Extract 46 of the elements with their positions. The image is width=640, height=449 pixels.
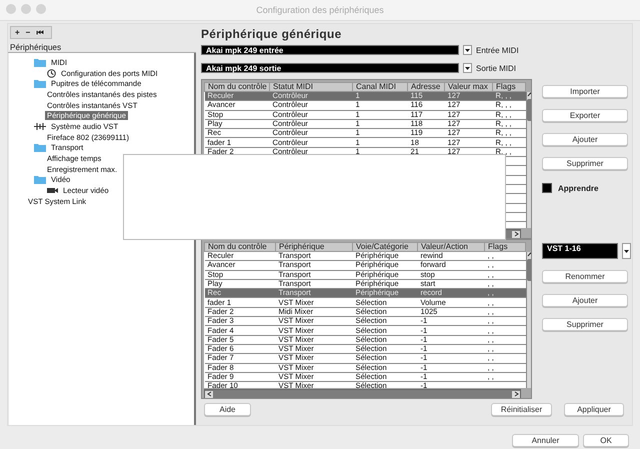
scroll-right-icon[interactable]	[514, 391, 518, 397]
folder-icon	[34, 58, 46, 67]
scroll-left-icon[interactable]	[206, 391, 212, 397]
panel-title: Périphérique générique	[201, 27, 343, 41]
toolbar-button[interactable]: ⏮	[36, 28, 44, 38]
folder-icon	[34, 79, 46, 88]
toolbar-button[interactable]: +	[15, 28, 20, 37]
column-header[interactable]: Canal MIDI	[352, 82, 408, 92]
cancel-button[interactable]: Annuler	[512, 434, 579, 447]
reset-button[interactable]: Réinitialiser	[491, 403, 552, 416]
learn-label: Apprendre	[558, 184, 598, 192]
clock-icon	[47, 68, 56, 78]
column-header[interactable]: Nom du contrôle	[204, 242, 276, 252]
scroll-right-icon[interactable]	[514, 231, 518, 237]
folder-icon	[34, 143, 46, 152]
ok-button[interactable]: OK	[583, 434, 629, 447]
table-action-button[interactable]: Supprimer	[542, 157, 628, 170]
column-header[interactable]: Adresse	[408, 82, 444, 92]
table-action-button[interactable]: Importer	[542, 85, 628, 98]
dropdown-label: Entrée MIDI	[476, 46, 519, 54]
dropdown-field[interactable]: VST 1-16	[542, 243, 618, 259]
folder-icon	[34, 175, 46, 184]
window-title: Configuration des périphériques	[256, 5, 384, 15]
dropdown-field[interactable]: Akai mpk 249 sortie	[201, 63, 459, 73]
toolbar-button[interactable]: −	[26, 28, 30, 37]
bank-action-button[interactable]: Renommer	[542, 270, 628, 283]
column-header[interactable]: Flags	[484, 242, 526, 252]
bank-action-button[interactable]: Ajouter	[542, 294, 628, 307]
video-icon	[47, 187, 58, 194]
learn-checkbox[interactable]	[542, 183, 552, 193]
apply-button[interactable]: Appliquer	[564, 403, 624, 416]
column-header[interactable]: Voie/Catégorie	[352, 242, 418, 252]
column-header[interactable]: Statut MIDI	[270, 82, 352, 92]
column-header[interactable]: Nom du contrôle	[204, 82, 270, 92]
horizontal-scrollbar[interactable]	[204, 389, 521, 398]
dropdown-field[interactable]: Akai mpk 249 entrée	[201, 45, 459, 55]
dropdown-label: Sortie MIDI	[476, 64, 516, 72]
help-button[interactable]: Aide	[204, 403, 251, 416]
table-action-button[interactable]: Ajouter	[542, 133, 628, 146]
column-header[interactable]: Périphérique	[276, 242, 352, 252]
bank-action-button[interactable]: Supprimer	[542, 318, 628, 331]
column-header[interactable]: Valeur max	[444, 82, 492, 92]
audio-icon	[34, 122, 46, 130]
column-header[interactable]: Flags	[492, 82, 526, 92]
table-action-button[interactable]: Exporter	[542, 109, 628, 122]
column-header[interactable]: Valeur/Action	[418, 242, 484, 252]
